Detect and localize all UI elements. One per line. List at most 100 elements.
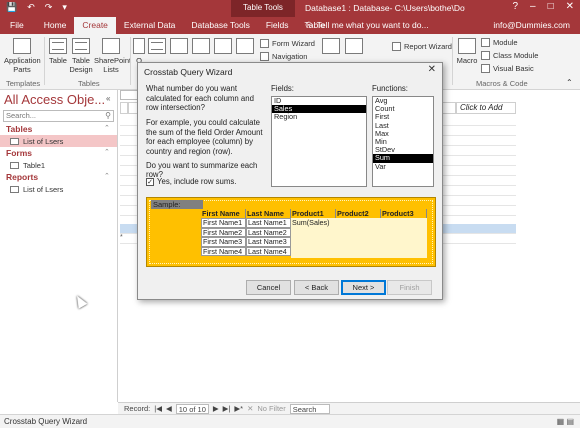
fields-list[interactable]: ID Sales Region	[271, 96, 367, 187]
collapse-ribbon-icon[interactable]: ⌃	[566, 78, 573, 87]
redo-icon[interactable]: ↷	[45, 2, 53, 16]
navigation-button[interactable]: Navigation	[260, 52, 307, 61]
click-to-add-header[interactable]: Click to Add	[456, 102, 516, 114]
previous-record-icon[interactable]: ◀	[166, 404, 172, 413]
tab-home[interactable]: Home	[36, 17, 75, 34]
tab-external-data[interactable]: External Data	[116, 17, 184, 34]
design-view-icon[interactable]: ▤	[566, 417, 574, 426]
row-sums-checkbox[interactable]: ✓ Yes, include row sums.	[146, 177, 236, 186]
form-design-button[interactable]	[192, 38, 210, 56]
class-module-button[interactable]: Class Module	[481, 51, 538, 60]
form-icon	[170, 38, 188, 54]
status-text: Crosstab Query Wizard	[4, 417, 88, 426]
nav-item-report[interactable]: List of Lsers	[0, 183, 117, 195]
report-button[interactable]	[236, 38, 254, 56]
tab-fields[interactable]: Fields	[258, 17, 297, 34]
save-icon[interactable]: 💾	[6, 2, 17, 16]
quick-access-toolbar: 💾 ↶ ↷ ▾	[6, 2, 67, 16]
nav-section-tables[interactable]: Tables ⌃	[6, 124, 110, 134]
list-item[interactable]: Region	[272, 113, 366, 121]
cancel-button[interactable]: Cancel	[246, 280, 291, 295]
table-design-icon	[72, 38, 90, 54]
close-icon[interactable]: ✕	[428, 64, 436, 75]
form-design-icon	[192, 38, 210, 54]
sample-value-text: Sum(Sales)	[292, 218, 330, 227]
list-item[interactable]: Var	[373, 162, 433, 171]
blank-form-button[interactable]	[214, 38, 232, 56]
title-bar: 💾 ↶ ↷ ▾ Table Tools Database1 : Database…	[0, 0, 580, 34]
nav-section-reports[interactable]: Reports ⌃	[6, 172, 110, 182]
query-design-button[interactable]	[148, 38, 166, 56]
navigation-label: Navigation	[272, 52, 308, 61]
group-macros-code-label: Macros & Code	[476, 79, 528, 88]
record-navigation-bar: Record: |◀ ◀ 10 of 10 ▶ ▶| ▶* ✕ No Filte…	[118, 402, 580, 414]
visual-basic-icon	[481, 64, 490, 73]
account-name[interactable]: info@Dummies.com	[493, 20, 570, 30]
blank-report-icon	[345, 38, 363, 54]
visual-basic-button[interactable]: Visual Basic	[481, 64, 534, 73]
nav-item-table[interactable]: List of Lsers	[0, 135, 117, 147]
navigation-icon	[260, 52, 269, 61]
sample-cell: Last Name2	[246, 227, 291, 237]
select-all-cell[interactable]	[120, 102, 128, 114]
shutter-bar-icon[interactable]: «	[106, 94, 110, 103]
report-design-button[interactable]	[322, 38, 340, 56]
sample-cell: First Name2	[201, 227, 246, 237]
blank-report-button[interactable]	[345, 38, 363, 56]
table-label: Table	[49, 56, 67, 65]
finish-button[interactable]: Finish	[387, 280, 432, 295]
tell-me-box[interactable]: ☉ Tell me what you want to do...	[305, 20, 429, 31]
undo-icon[interactable]: ↶	[27, 2, 35, 16]
record-search-input[interactable]: Search	[289, 403, 330, 414]
table-icon	[49, 38, 67, 54]
macro-button[interactable]: Macro	[456, 38, 478, 65]
back-button[interactable]: < Back	[294, 280, 339, 295]
datasheet-view-icon[interactable]: ▦	[557, 417, 565, 426]
query-button[interactable]: Q	[132, 38, 146, 65]
group-separator	[130, 37, 131, 85]
tab-database-tools[interactable]: Database Tools	[183, 17, 257, 34]
blank-form-icon	[214, 38, 232, 54]
status-bar: Crosstab Query Wizard ▦ ▤	[0, 414, 580, 428]
form-button[interactable]	[170, 38, 188, 56]
group-templates-label: Templates	[6, 79, 41, 88]
report-wizard-button[interactable]: Report Wizard	[392, 42, 452, 51]
sharepoint-lists-button[interactable]: SharePoint Lists	[94, 38, 131, 74]
application-parts-icon	[13, 38, 31, 54]
tell-me-text: Tell me what you want to do...	[316, 20, 429, 30]
minimize-icon[interactable]: –	[530, 1, 536, 12]
application-parts-button[interactable]: Application Parts	[4, 38, 41, 74]
next-record-icon[interactable]: ▶	[213, 404, 219, 413]
close-icon[interactable]: ✕	[566, 1, 574, 12]
nav-item-form[interactable]: Table1	[0, 159, 117, 171]
nav-search-input[interactable]: Search... ⚲	[3, 110, 114, 122]
table-design-label: Table Design	[69, 56, 93, 74]
help-icon[interactable]: ?	[512, 1, 518, 12]
module-button[interactable]: Module	[481, 38, 518, 47]
last-record-icon[interactable]: ▶|	[223, 404, 231, 413]
tab-create[interactable]: Create	[74, 17, 116, 34]
nav-pane-title[interactable]: All Access Obje...	[4, 92, 105, 107]
table-design-button[interactable]: Table Design	[69, 38, 93, 74]
sample-preview: Sample: First Name Last Name Product1 Pr…	[146, 197, 436, 267]
functions-list[interactable]: Avg Count First Last Max Min StDev Sum V…	[372, 96, 434, 187]
table-button[interactable]: Table	[47, 38, 69, 65]
customize-qat-icon[interactable]: ▾	[62, 2, 67, 16]
nav-section-forms[interactable]: Forms ⌃	[6, 148, 110, 158]
new-record-icon[interactable]: ▶*	[234, 404, 243, 413]
record-position-field[interactable]: 10 of 10	[175, 403, 209, 414]
ribbon-tabs: File Home Create External Data Database …	[0, 17, 333, 34]
next-button[interactable]: Next >	[341, 280, 386, 295]
tab-file[interactable]: File	[0, 17, 36, 34]
nav-section-label: Tables	[6, 124, 33, 134]
fields-label: Fields:	[271, 84, 294, 93]
filter-status[interactable]: No Filter	[257, 404, 285, 413]
window-controls: ? – □ ✕	[512, 1, 574, 12]
form-wizard-button[interactable]: Form Wizard	[260, 39, 315, 48]
report-design-icon	[322, 38, 340, 54]
collapse-icon: ⌃	[104, 149, 110, 156]
context-tab-label: Table Tools	[231, 0, 295, 17]
query-icon	[133, 38, 145, 54]
maximize-icon[interactable]: □	[548, 1, 554, 12]
first-record-icon[interactable]: |◀	[154, 404, 162, 413]
